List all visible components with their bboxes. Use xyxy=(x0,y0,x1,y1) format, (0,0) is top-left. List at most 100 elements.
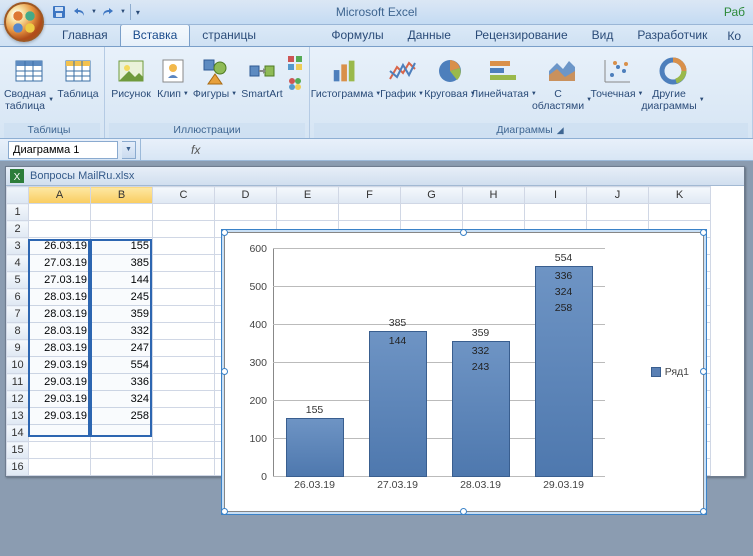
bar-column[interactable]: 155 xyxy=(286,249,344,477)
column-header[interactable]: E xyxy=(277,187,339,204)
column-header[interactable]: B xyxy=(91,187,153,204)
row-header[interactable]: 3 xyxy=(7,238,29,255)
cell[interactable] xyxy=(153,255,215,272)
row-header[interactable]: 9 xyxy=(7,340,29,357)
cell[interactable]: 245 xyxy=(91,289,153,306)
cell[interactable] xyxy=(153,408,215,425)
cell[interactable] xyxy=(649,204,711,221)
picture-button[interactable]: Рисунок xyxy=(109,53,153,103)
smartart-button[interactable]: SmartArt xyxy=(239,53,285,103)
tab-data[interactable]: Данные xyxy=(396,25,463,46)
cell[interactable] xyxy=(29,204,91,221)
cell[interactable]: 28.03.19 xyxy=(29,340,91,357)
table-button[interactable]: Таблица xyxy=(56,53,100,103)
cell[interactable]: 144 xyxy=(91,272,153,289)
cell[interactable] xyxy=(29,221,91,238)
illu-opt-1[interactable] xyxy=(285,53,305,73)
cell[interactable] xyxy=(29,425,91,442)
pie-chart-button[interactable]: Круговая▼ xyxy=(426,53,474,103)
cell[interactable]: 247 xyxy=(91,340,153,357)
dialog-launcher-icon[interactable]: ◢ xyxy=(555,125,566,136)
cell[interactable] xyxy=(153,306,215,323)
tab-insert[interactable]: Вставка xyxy=(120,24,191,46)
undo-dropdown-icon[interactable]: ▼ xyxy=(91,9,97,15)
line-chart-button[interactable]: График▼ xyxy=(380,53,424,103)
bar-column[interactable]: 554336324258 xyxy=(535,249,593,477)
column-header[interactable]: C xyxy=(153,187,215,204)
cell[interactable]: 385 xyxy=(91,255,153,272)
row-header[interactable]: 1 xyxy=(7,204,29,221)
other-charts-button[interactable]: Другие диаграммы▼ xyxy=(644,53,702,114)
cell[interactable] xyxy=(153,272,215,289)
bar-column[interactable]: 359332243 xyxy=(452,249,510,477)
cell[interactable] xyxy=(153,221,215,238)
cell[interactable] xyxy=(401,204,463,221)
chart-y-axis[interactable]: 0100200300400500600 xyxy=(233,249,271,477)
fx-label[interactable]: fx xyxy=(191,143,200,157)
undo-icon[interactable] xyxy=(70,3,88,21)
cell[interactable]: 29.03.19 xyxy=(29,357,91,374)
redo-icon[interactable] xyxy=(99,3,117,21)
select-all-cell[interactable] xyxy=(7,187,29,204)
cell[interactable] xyxy=(153,204,215,221)
row-header[interactable]: 11 xyxy=(7,374,29,391)
shapes-button[interactable]: Фигуры▼ xyxy=(193,53,237,103)
tab-view[interactable]: Вид xyxy=(580,25,626,46)
cell[interactable] xyxy=(153,374,215,391)
cell[interactable]: 554 xyxy=(91,357,153,374)
area-chart-button[interactable]: С областями▼ xyxy=(534,53,590,114)
tab-extra[interactable]: Ко xyxy=(719,26,749,46)
cell[interactable] xyxy=(153,425,215,442)
column-header[interactable]: H xyxy=(463,187,525,204)
cell[interactable] xyxy=(339,204,401,221)
cell[interactable] xyxy=(29,442,91,459)
chart-x-axis[interactable]: 26.03.1927.03.1928.03.1929.03.19 xyxy=(273,479,605,499)
row-header[interactable]: 12 xyxy=(7,391,29,408)
cell[interactable]: 27.03.19 xyxy=(29,272,91,289)
column-header[interactable]: A xyxy=(29,187,91,204)
cell[interactable] xyxy=(277,204,339,221)
chart-legend[interactable]: Ряд1 xyxy=(651,366,689,378)
tab-review[interactable]: Рецензирование xyxy=(463,25,580,46)
cell[interactable]: 28.03.19 xyxy=(29,306,91,323)
cell[interactable] xyxy=(525,204,587,221)
cell[interactable] xyxy=(153,238,215,255)
row-header[interactable]: 10 xyxy=(7,357,29,374)
column-header[interactable]: D xyxy=(215,187,277,204)
cell[interactable]: 332 xyxy=(91,323,153,340)
cell[interactable] xyxy=(91,204,153,221)
illu-opt-2[interactable] xyxy=(285,74,305,94)
cell[interactable]: 324 xyxy=(91,391,153,408)
column-chart-button[interactable]: Гистограмма▼ xyxy=(314,53,378,103)
cell[interactable] xyxy=(29,459,91,476)
cell[interactable] xyxy=(587,204,649,221)
cell[interactable] xyxy=(153,289,215,306)
cell[interactable]: 29.03.19 xyxy=(29,408,91,425)
column-header[interactable]: F xyxy=(339,187,401,204)
cell[interactable]: 155 xyxy=(91,238,153,255)
workbook-titlebar[interactable]: X Вопросы MailRu.xlsx xyxy=(6,167,744,186)
row-header[interactable]: 4 xyxy=(7,255,29,272)
row-header[interactable]: 14 xyxy=(7,425,29,442)
cell[interactable]: 26.03.19 xyxy=(29,238,91,255)
cell[interactable]: 28.03.19 xyxy=(29,289,91,306)
name-box-dropdown[interactable]: ▼ xyxy=(122,141,136,159)
row-header[interactable]: 15 xyxy=(7,442,29,459)
tab-home[interactable]: Главная xyxy=(50,25,120,46)
row-header[interactable]: 16 xyxy=(7,459,29,476)
row-header[interactable]: 8 xyxy=(7,323,29,340)
tab-formulas[interactable]: Формулы xyxy=(319,25,395,46)
cell[interactable] xyxy=(463,204,525,221)
row-header[interactable]: 2 xyxy=(7,221,29,238)
name-box[interactable]: Диаграмма 1 xyxy=(8,141,118,159)
qat-customize-icon[interactable]: ▾ xyxy=(136,8,140,17)
cell[interactable] xyxy=(91,442,153,459)
row-header[interactable]: 6 xyxy=(7,289,29,306)
office-button[interactable] xyxy=(4,2,44,42)
pivot-table-button[interactable]: Сводная таблица▼ xyxy=(4,53,54,114)
row-header[interactable]: 13 xyxy=(7,408,29,425)
bar-column[interactable]: 385144 xyxy=(369,249,427,477)
cell[interactable]: 29.03.19 xyxy=(29,374,91,391)
chart-plot-area[interactable]: 155 385144 359332243 554336324258 xyxy=(273,249,605,477)
chart-object[interactable]: 0100200300400500600 155 385144 359332243 55… xyxy=(224,232,704,512)
